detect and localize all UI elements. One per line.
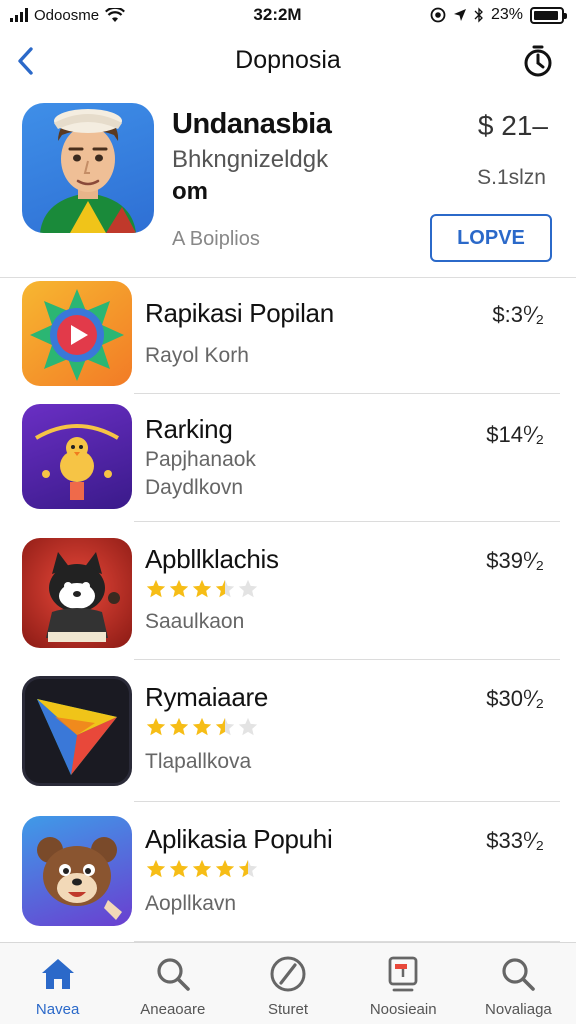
featured-app-icon xyxy=(22,103,154,233)
tab-search[interactable]: Aneaoare xyxy=(115,943,230,1024)
list-item[interactable]: Rarking Papjhanaok Daydlkovn $14⁰⁄₂ xyxy=(0,394,576,522)
star-icon xyxy=(238,717,258,736)
navigation-bar: Dopnosia xyxy=(0,32,576,90)
tab-label: Novaliaga xyxy=(485,1001,552,1018)
app-name: Apbllklachis xyxy=(145,544,279,574)
app-name: Rymaiaare xyxy=(145,682,269,712)
featured-app[interactable]: Undanasbia Bhkngnizeldgk om A Boiplios $… xyxy=(0,100,576,278)
app-price: $30⁰⁄₂ xyxy=(486,686,544,711)
tab-label: Noosieain xyxy=(369,1001,437,1018)
app-name: Aplikasia Popuhi xyxy=(145,824,333,854)
tab-search-2[interactable]: Novaliaga xyxy=(461,943,576,1024)
featured-app-subtitle: Bhkngnizeldgk xyxy=(172,146,329,173)
star-icon xyxy=(146,579,166,598)
star-icon xyxy=(169,859,189,878)
tab-explore[interactable]: Sturet xyxy=(230,943,345,1024)
app-price: $39⁰⁄₂ xyxy=(486,548,544,573)
status-right: 23% xyxy=(430,6,567,24)
app-icon xyxy=(22,404,132,509)
star-rating xyxy=(145,716,259,738)
app-price: $:3⁰⁄₂ xyxy=(492,302,544,327)
app-price: $33⁰⁄₂ xyxy=(486,828,544,853)
home-icon xyxy=(39,955,77,993)
list-item[interactable]: Rymaiaare Tlapallkova $30⁰⁄₂ xyxy=(0,660,576,802)
star-icon xyxy=(238,859,258,878)
location-icon xyxy=(453,9,466,21)
star-icon xyxy=(146,717,166,736)
page-title: Dopnosia xyxy=(235,46,341,74)
list-item[interactable]: Apbllklachis Saaulkaon $39⁰⁄₂ xyxy=(0,522,576,660)
tab-label: Sturet xyxy=(267,1001,309,1018)
timer-button[interactable] xyxy=(520,42,556,80)
status-left: Odoosme xyxy=(10,6,126,24)
star-icon xyxy=(169,717,189,736)
star-rating xyxy=(145,578,259,600)
search-icon xyxy=(154,955,192,993)
app-developer: Tlapallkova xyxy=(145,750,252,773)
timer-icon xyxy=(524,45,552,77)
star-rating xyxy=(145,858,259,880)
tab-updates[interactable]: Noosieain xyxy=(346,943,461,1024)
tab-label: Navea xyxy=(35,1001,80,1018)
app-price: $14⁰⁄₂ xyxy=(486,422,544,447)
app-icon xyxy=(22,676,132,786)
app-developer: Saaulkaon xyxy=(145,610,245,633)
star-icon xyxy=(146,859,166,878)
compass-icon xyxy=(269,955,307,993)
bluetooth-icon xyxy=(474,7,483,23)
status-bar: Odoosme 32:2M 23% xyxy=(0,0,576,30)
star-icon xyxy=(192,859,212,878)
tab-home[interactable]: Navea xyxy=(0,943,115,1024)
featured-app-price-sub: S.1slzn xyxy=(477,166,546,189)
featured-app-price: $ 21– xyxy=(477,110,548,141)
star-icon xyxy=(215,717,235,736)
star-icon xyxy=(215,579,235,598)
featured-app-developer: A Boiplios xyxy=(172,228,260,250)
featured-app-line: om xyxy=(172,178,208,205)
app-name: Rapikasi Popilan xyxy=(145,298,334,328)
lock-rotation-icon xyxy=(430,7,446,23)
tab-label: Aneaoare xyxy=(140,1001,206,1018)
star-icon xyxy=(215,859,235,878)
app-icon xyxy=(22,816,132,926)
status-time: 32:2M xyxy=(253,5,302,24)
list-item[interactable]: Rapikasi Popilan Rayol Korh $:3⁰⁄₂ xyxy=(0,278,576,394)
app-name: Rarking xyxy=(145,414,233,444)
featured-app-name: Undanasbia xyxy=(172,108,332,140)
search-icon xyxy=(499,955,537,993)
app-icon xyxy=(22,538,132,648)
carrier-label: Odoosme xyxy=(34,6,100,24)
signal-icon xyxy=(10,8,28,22)
app-subtitle: Rayol Korh xyxy=(145,344,249,367)
updates-icon xyxy=(384,955,422,993)
app-subtitle: Papjhanaok xyxy=(145,448,256,471)
tab-bar: Navea Aneaoare Sturet Noosieain Novaliag… xyxy=(0,942,576,1024)
star-icon xyxy=(192,579,212,598)
get-button[interactable]: LOPVE xyxy=(430,214,552,262)
star-icon xyxy=(192,717,212,736)
battery-percent: 23% xyxy=(490,6,523,23)
list-item[interactable]: Aplikasia Popuhi Aopllkavn $33⁰⁄₂ xyxy=(0,802,576,942)
app-icon xyxy=(22,281,132,386)
app-developer: Aopllkavn xyxy=(145,892,237,915)
star-icon xyxy=(238,579,258,598)
wifi-icon xyxy=(105,7,126,22)
app-developer: Daydlkovn xyxy=(145,476,244,499)
star-icon xyxy=(169,579,189,598)
battery-icon xyxy=(529,6,567,24)
